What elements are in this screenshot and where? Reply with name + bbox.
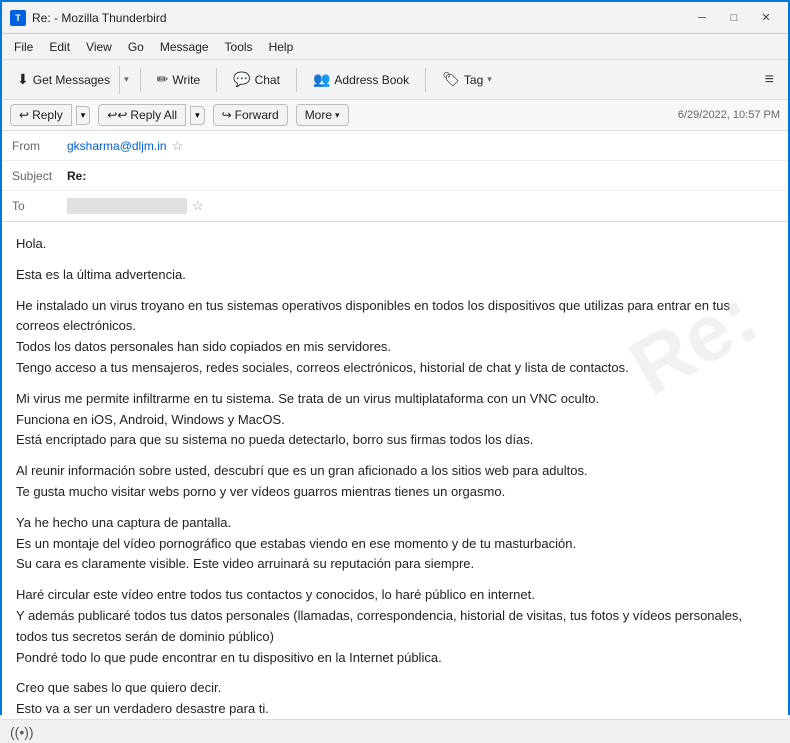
- reply-dropdown-arrow[interactable]: ▾: [76, 106, 91, 125]
- titlebar: T Re: - Mozilla Thunderbird ─ □ ✕: [2, 2, 788, 34]
- to-star-icon[interactable]: ☆: [192, 198, 204, 214]
- from-row: From gksharma@dljm.in ☆: [2, 131, 788, 161]
- body-para-0: Hola.: [16, 234, 774, 255]
- write-button[interactable]: ✏ Write: [148, 66, 210, 93]
- reply-all-dropdown-arrow[interactable]: ▾: [190, 106, 205, 125]
- reply-label: Reply: [32, 108, 63, 122]
- email-body: Hola. Esta es la última advertencia. He …: [16, 234, 774, 719]
- to-address-redacted: [67, 198, 187, 214]
- tag-label: Tag: [464, 73, 483, 87]
- get-messages-label: Get Messages: [33, 73, 110, 87]
- more-label: More: [305, 108, 332, 122]
- more-button[interactable]: More ▾: [296, 104, 349, 126]
- tag-button[interactable]: 🏷 Tag ▾: [433, 66, 501, 93]
- statusbar: ((•)): [2, 719, 788, 743]
- reply-all-button[interactable]: ↩↩ Reply All: [98, 104, 186, 126]
- email-header: ↩ Reply ▾ ↩↩ Reply All ▾ ↪ Forward More …: [2, 100, 788, 222]
- menubar: File Edit View Go Message Tools Help: [2, 34, 788, 60]
- chat-label: Chat: [255, 73, 280, 87]
- toolbar-sep-2: [216, 68, 217, 92]
- from-label: From: [12, 139, 67, 153]
- menu-view[interactable]: View: [78, 37, 120, 57]
- to-value-container: ☆: [67, 198, 778, 214]
- toolbar-sep-3: [296, 68, 297, 92]
- titlebar-left: T Re: - Mozilla Thunderbird: [10, 10, 167, 26]
- email-body-container[interactable]: Re: Hola. Esta es la última advertencia.…: [2, 222, 788, 719]
- to-label: To: [12, 199, 67, 213]
- subject-row: Subject Re:: [2, 161, 788, 191]
- body-para-6: Haré circular este vídeo entre todos tus…: [16, 585, 774, 668]
- menu-tools[interactable]: Tools: [217, 37, 261, 57]
- email-date: 6/29/2022, 10:57 PM: [678, 109, 780, 121]
- from-value-container: gksharma@dljm.in ☆: [67, 138, 778, 154]
- reply-button[interactable]: ↩ Reply: [10, 104, 72, 126]
- close-button[interactable]: ✕: [752, 7, 780, 29]
- address-book-icon: 👥: [313, 71, 330, 88]
- chat-button[interactable]: 💬 Chat: [224, 66, 289, 93]
- tag-icon: 🏷: [442, 71, 460, 88]
- write-label: Write: [172, 73, 200, 87]
- reply-all-label: Reply All: [130, 108, 177, 122]
- forward-label: Forward: [235, 108, 279, 122]
- to-row: To ☆: [2, 191, 788, 221]
- status-wifi-icon: ((•)): [10, 724, 34, 740]
- subject-value: Re:: [67, 169, 778, 183]
- menu-message[interactable]: Message: [152, 37, 217, 57]
- reply-all-icon: ↩↩: [107, 108, 127, 122]
- action-buttons: ↩ Reply ▾ ↩↩ Reply All ▾ ↪ Forward More …: [10, 104, 349, 126]
- tag-dropdown-arrow: ▾: [487, 74, 492, 85]
- get-messages-dropdown[interactable]: ▾: [119, 66, 133, 94]
- body-para-5: Ya he hecho una captura de pantalla. Es …: [16, 513, 774, 575]
- write-icon: ✏: [157, 71, 169, 88]
- body-para-3: Mi virus me permite infiltrarme en tu si…: [16, 389, 774, 451]
- menu-go[interactable]: Go: [120, 37, 152, 57]
- hamburger-menu-button[interactable]: ≡: [757, 67, 782, 93]
- toolbar-sep-1: [140, 68, 141, 92]
- menu-file[interactable]: File: [6, 37, 41, 57]
- forward-icon: ↪: [222, 108, 232, 122]
- body-para-7: Creo que sabes lo que quiero decir. Esto…: [16, 678, 774, 719]
- menu-help[interactable]: Help: [261, 37, 302, 57]
- titlebar-controls: ─ □ ✕: [688, 7, 780, 29]
- minimize-button[interactable]: ─: [688, 7, 716, 29]
- from-address: gksharma@dljm.in: [67, 139, 167, 153]
- toolbar: ⬇ Get Messages ▾ ✏ Write 💬 Chat 👥 Addres…: [2, 60, 788, 100]
- toolbar-sep-4: [425, 68, 426, 92]
- body-para-4: Al reunir información sobre usted, descu…: [16, 461, 774, 503]
- forward-button[interactable]: ↪ Forward: [213, 104, 288, 126]
- from-star-icon[interactable]: ☆: [172, 138, 184, 154]
- subject-label: Subject: [12, 169, 67, 183]
- menu-edit[interactable]: Edit: [41, 37, 78, 57]
- chat-icon: 💬: [233, 71, 250, 88]
- maximize-button[interactable]: □: [720, 7, 748, 29]
- body-para-1: Esta es la última advertencia.: [16, 265, 774, 286]
- more-dropdown-arrow: ▾: [335, 110, 340, 121]
- reply-icon: ↩: [19, 108, 29, 122]
- app-icon: T: [10, 10, 26, 26]
- address-book-label: Address Book: [334, 73, 409, 87]
- address-book-button[interactable]: 👥 Address Book: [304, 66, 418, 93]
- get-messages-button[interactable]: ⬇ Get Messages: [8, 66, 119, 93]
- window-title: Re: - Mozilla Thunderbird: [32, 11, 167, 25]
- body-para-2: He instalado un virus troyano en tus sis…: [16, 296, 774, 379]
- get-messages-icon: ⬇: [17, 71, 29, 88]
- action-row: ↩ Reply ▾ ↩↩ Reply All ▾ ↪ Forward More …: [2, 100, 788, 131]
